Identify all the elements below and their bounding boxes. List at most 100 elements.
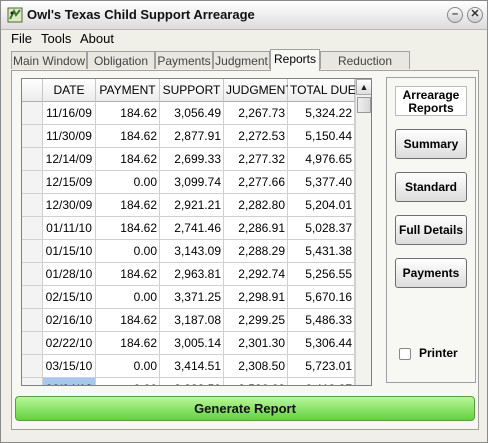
- cell-total-due[interactable]: 5,204.01: [288, 194, 355, 217]
- cell-total-due[interactable]: 5,324.22: [288, 102, 355, 125]
- row-selector[interactable]: [22, 148, 43, 171]
- tab-reports[interactable]: Reports: [270, 49, 320, 71]
- cell-date[interactable]: 01/28/10: [43, 263, 96, 286]
- cell-date[interactable]: 06/04/12: [43, 378, 96, 385]
- cell-payment[interactable]: 0.00: [96, 240, 160, 263]
- col-header-support[interactable]: SUPPORT: [160, 79, 224, 102]
- table-row[interactable]: 11/16/09 184.62 3,056.49 2,267.73 5,324.22: [22, 102, 355, 125]
- standard-report-button[interactable]: Standard: [395, 172, 467, 202]
- tab-payments[interactable]: Payments: [155, 51, 213, 69]
- cell-judgment[interactable]: 2,277.32: [224, 148, 288, 171]
- cell-support[interactable]: 2,963.81: [160, 263, 224, 286]
- cell-judgment[interactable]: 2,298.91: [224, 286, 288, 309]
- cell-support[interactable]: 3,187.08: [160, 309, 224, 332]
- cell-date[interactable]: 12/14/09: [43, 148, 96, 171]
- cell-date[interactable]: 03/15/10: [43, 355, 96, 378]
- table-row[interactable]: ▶06/04/120.003,832.592,586.686,419.27: [22, 378, 355, 385]
- cell-support[interactable]: 3,832.59: [160, 378, 224, 385]
- row-selector[interactable]: [22, 355, 43, 378]
- cell-payment[interactable]: 184.62: [96, 309, 160, 332]
- arrearage-grid[interactable]: DATE PAYMENT SUPPORT JUDGMENT TOTAL DUE …: [21, 78, 372, 386]
- cell-support[interactable]: 2,699.33: [160, 148, 224, 171]
- cell-support[interactable]: 3,005.14: [160, 332, 224, 355]
- table-row[interactable]: 03/15/10 0.00 3,414.51 2,308.50 5,723.01: [22, 355, 355, 378]
- col-header-date[interactable]: DATE: [43, 79, 96, 102]
- grid-scrollbar[interactable]: ▲: [355, 79, 371, 385]
- full-details-report-button[interactable]: Full Details: [395, 215, 467, 245]
- scroll-up-button[interactable]: ▲: [356, 79, 371, 95]
- cell-date[interactable]: 02/22/10: [43, 332, 96, 355]
- scroll-thumb[interactable]: [357, 97, 371, 113]
- cell-payment[interactable]: 184.62: [96, 102, 160, 125]
- cell-judgment[interactable]: 2,308.50: [224, 355, 288, 378]
- cell-total-due[interactable]: 5,306.44: [288, 332, 355, 355]
- table-row[interactable]: 11/30/09 184.62 2,877.91 2,272.53 5,150.44: [22, 125, 355, 148]
- table-row[interactable]: 02/15/10 0.00 3,371.25 2,298.91 5,670.16: [22, 286, 355, 309]
- title-bar[interactable]: Owl's Texas Child Support Arrearage – ✕: [1, 1, 487, 30]
- cell-payment[interactable]: 184.62: [96, 332, 160, 355]
- menu-file[interactable]: File: [11, 31, 32, 46]
- table-row[interactable]: 02/22/10 184.62 3,005.14 2,301.30 5,306.44: [22, 332, 355, 355]
- cell-support[interactable]: 3,371.25: [160, 286, 224, 309]
- cell-support[interactable]: 3,056.49: [160, 102, 224, 125]
- cell-total-due[interactable]: 5,150.44: [288, 125, 355, 148]
- row-selector[interactable]: [22, 332, 43, 355]
- cell-total-due[interactable]: 5,723.01: [288, 355, 355, 378]
- cell-date[interactable]: 01/11/10: [43, 217, 96, 240]
- tab-reduction-comp[interactable]: Reduction Comp: [320, 51, 410, 86]
- cell-payment[interactable]: 184.62: [96, 217, 160, 240]
- current-row-indicator[interactable]: ▶: [22, 378, 43, 385]
- cell-judgment[interactable]: 2,272.53: [224, 125, 288, 148]
- table-row[interactable]: 01/11/10 184.62 2,741.46 2,286.91 5,028.37: [22, 217, 355, 240]
- table-row[interactable]: 12/14/09 184.62 2,699.33 2,277.32 4,976.65: [22, 148, 355, 171]
- cell-support[interactable]: 3,414.51: [160, 355, 224, 378]
- row-selector[interactable]: [22, 263, 43, 286]
- printer-checkbox[interactable]: [399, 348, 411, 360]
- row-selector[interactable]: [22, 125, 43, 148]
- cell-judgment[interactable]: 2,277.66: [224, 171, 288, 194]
- cell-judgment[interactable]: 2,586.68: [224, 378, 288, 385]
- cell-payment[interactable]: 0.00: [96, 355, 160, 378]
- cell-support[interactable]: 2,877.91: [160, 125, 224, 148]
- cell-payment[interactable]: 184.62: [96, 194, 160, 217]
- cell-judgment[interactable]: 2,282.80: [224, 194, 288, 217]
- cell-judgment[interactable]: 2,286.91: [224, 217, 288, 240]
- generate-report-button[interactable]: Generate Report: [15, 396, 475, 421]
- cell-payment[interactable]: 184.62: [96, 263, 160, 286]
- cell-judgment[interactable]: 2,267.73: [224, 102, 288, 125]
- table-row[interactable]: 01/28/10 184.62 2,963.81 2,292.74 5,256.55: [22, 263, 355, 286]
- cell-judgment[interactable]: 2,288.29: [224, 240, 288, 263]
- tab-obligation[interactable]: Obligation: [87, 51, 155, 69]
- payments-report-button[interactable]: Payments: [395, 258, 467, 288]
- row-selector[interactable]: [22, 171, 43, 194]
- cell-total-due[interactable]: 5,377.40: [288, 171, 355, 194]
- row-selector[interactable]: [22, 102, 43, 125]
- cell-judgment[interactable]: 2,301.30: [224, 332, 288, 355]
- table-row[interactable]: 12/15/09 0.00 3,099.74 2,277.66 5,377.40: [22, 171, 355, 194]
- row-selector[interactable]: [22, 309, 43, 332]
- cell-support[interactable]: 2,921.21: [160, 194, 224, 217]
- cell-total-due[interactable]: 5,486.33: [288, 309, 355, 332]
- col-header-total-due[interactable]: TOTAL DUE: [288, 79, 356, 102]
- cell-date[interactable]: 02/16/10: [43, 309, 96, 332]
- cell-total-due[interactable]: 5,256.55: [288, 263, 355, 286]
- close-button[interactable]: ✕: [467, 7, 483, 23]
- menu-about[interactable]: About: [80, 31, 114, 46]
- cell-total-due[interactable]: 4,976.65: [288, 148, 355, 171]
- cell-judgment[interactable]: 2,299.25: [224, 309, 288, 332]
- cell-payment[interactable]: 0.00: [96, 286, 160, 309]
- table-row[interactable]: 02/16/10 184.62 3,187.08 2,299.25 5,486.33: [22, 309, 355, 332]
- cell-total-due[interactable]: 5,028.37: [288, 217, 355, 240]
- cell-judgment[interactable]: 2,292.74: [224, 263, 288, 286]
- cell-date[interactable]: 02/15/10: [43, 286, 96, 309]
- cell-total-due[interactable]: 5,431.38: [288, 240, 355, 263]
- cell-payment[interactable]: 0.00: [96, 171, 160, 194]
- cell-support[interactable]: 2,741.46: [160, 217, 224, 240]
- cell-date[interactable]: 12/15/09: [43, 171, 96, 194]
- tab-judgment[interactable]: Judgment: [213, 51, 270, 69]
- table-row[interactable]: 01/15/10 0.00 3,143.09 2,288.29 5,431.38: [22, 240, 355, 263]
- table-row[interactable]: 12/30/09 184.62 2,921.21 2,282.80 5,204.01: [22, 194, 355, 217]
- cell-payment[interactable]: 184.62: [96, 148, 160, 171]
- row-selector[interactable]: [22, 286, 43, 309]
- summary-report-button[interactable]: Summary: [395, 129, 467, 159]
